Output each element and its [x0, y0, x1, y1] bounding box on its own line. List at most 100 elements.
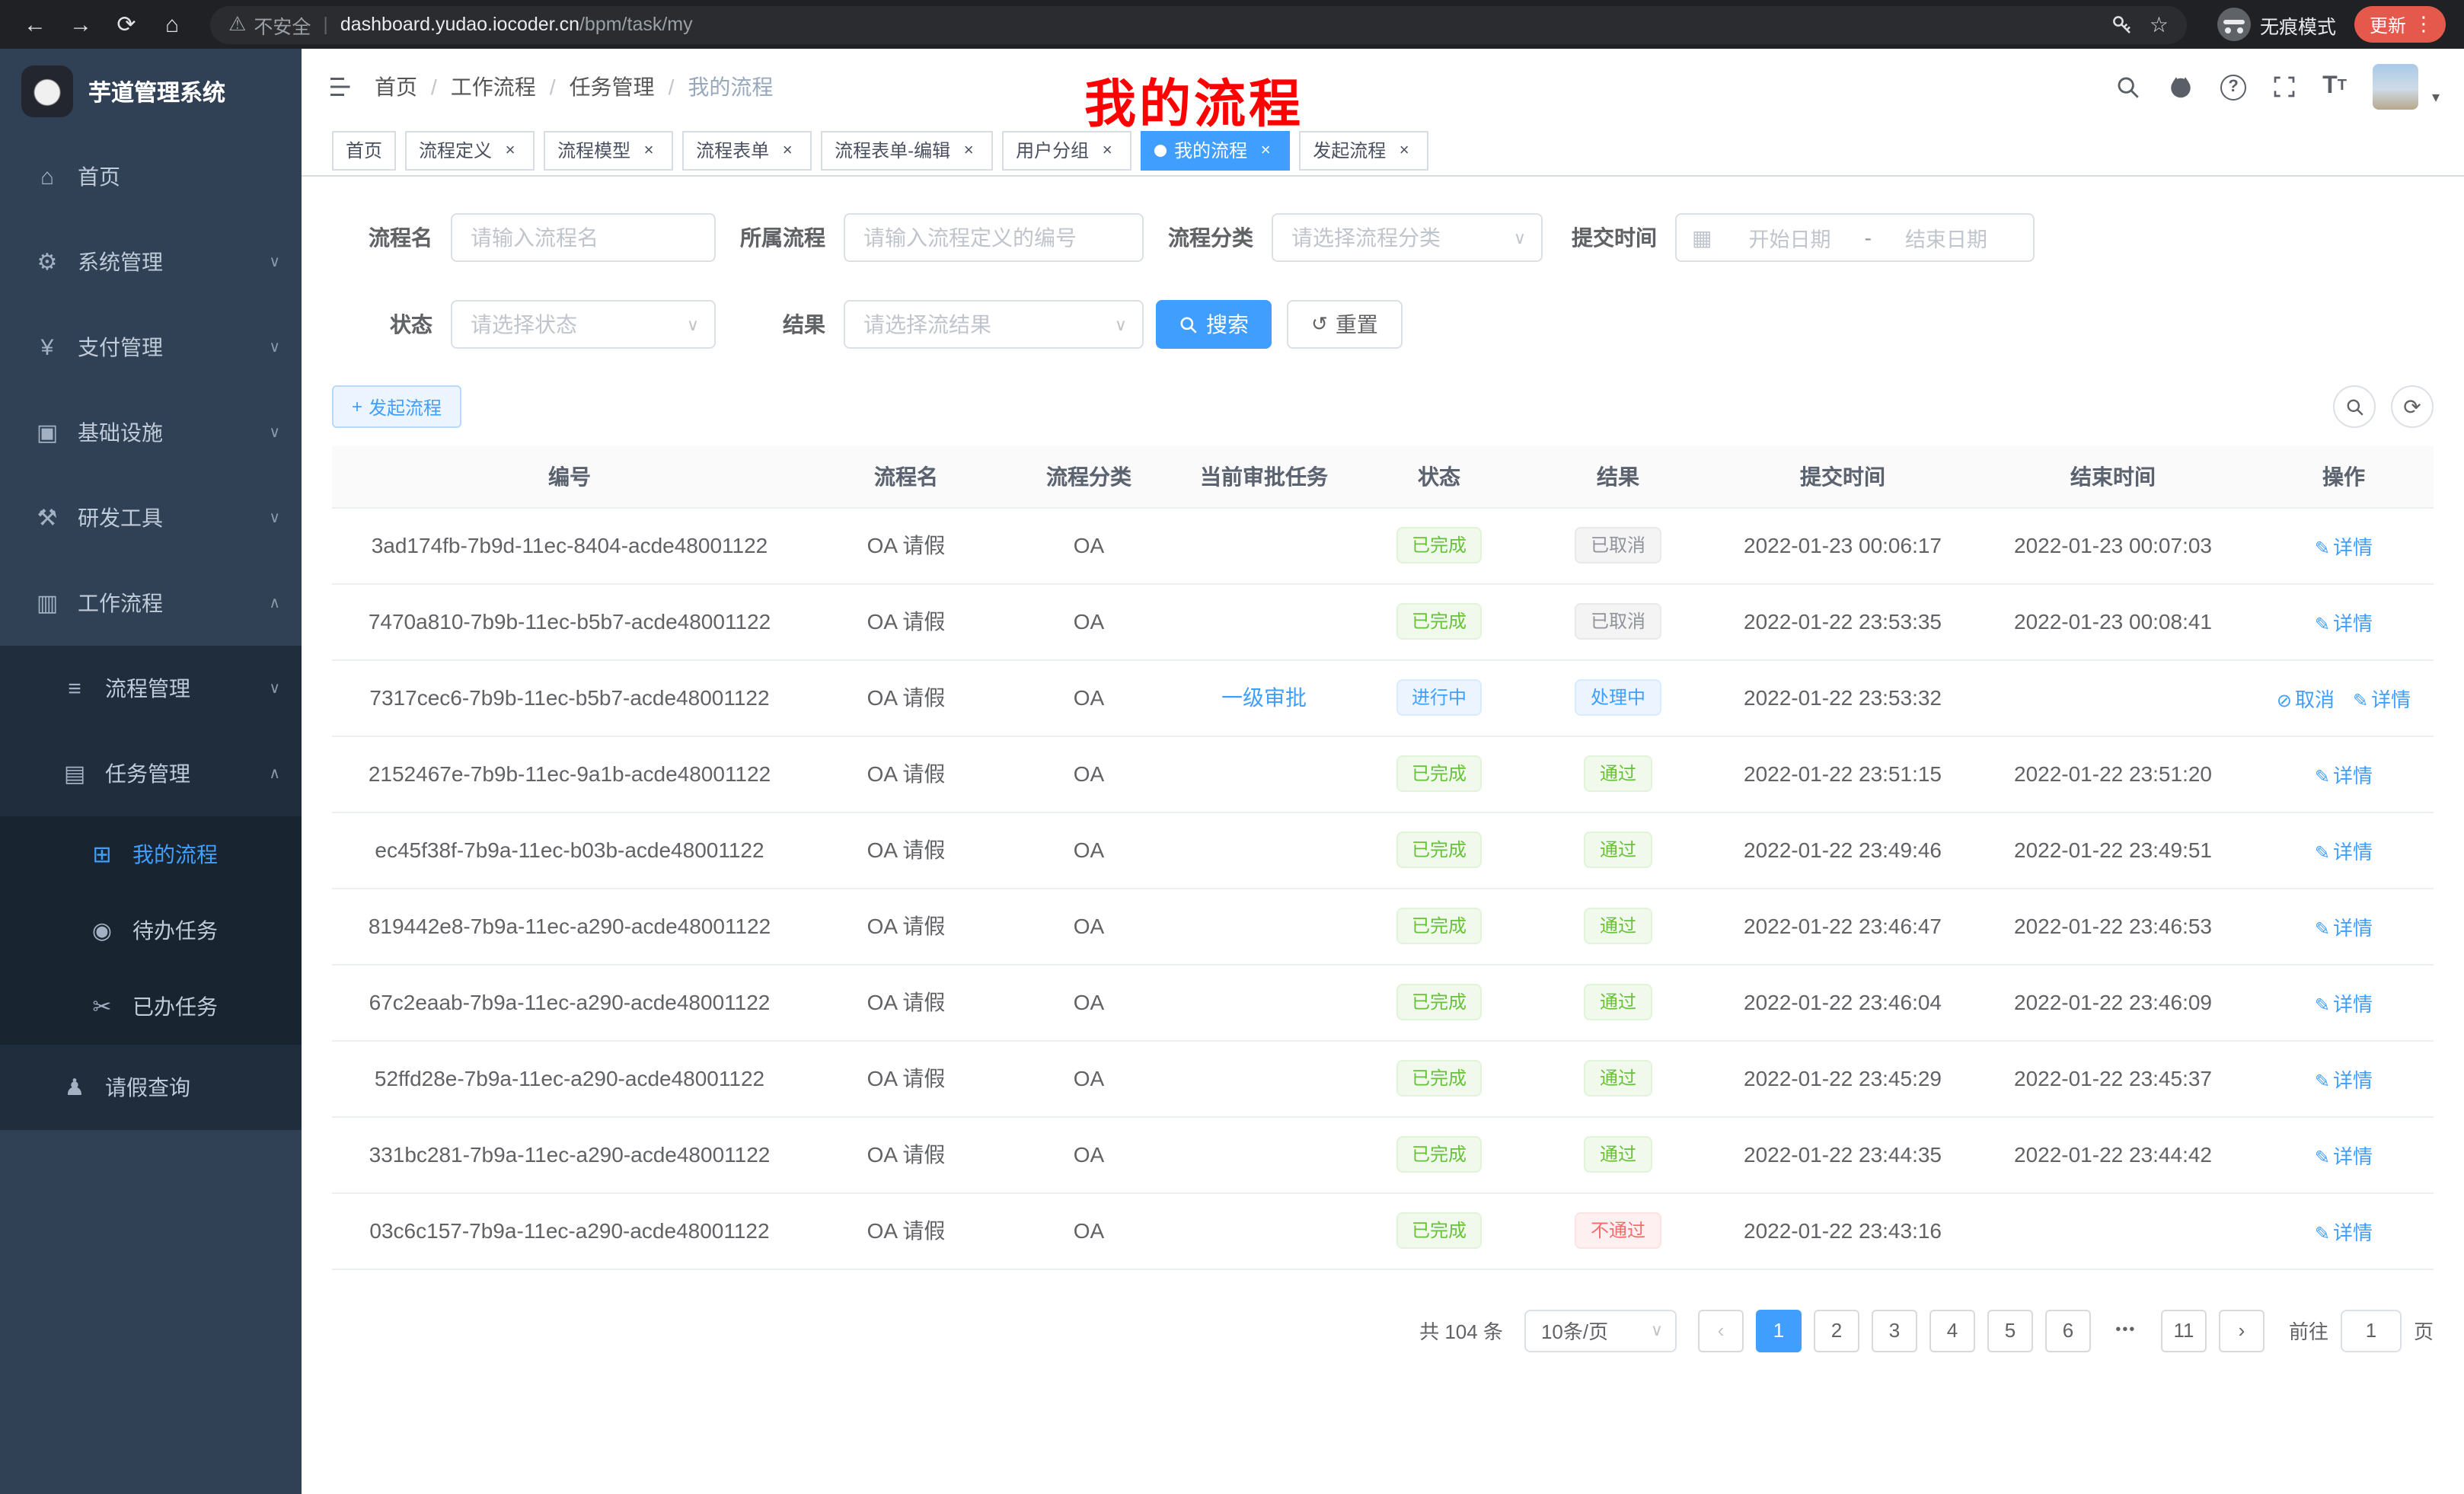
- reset-button-label: 重置: [1336, 309, 1378, 340]
- sidebar-item-payment-mgmt[interactable]: ¥支付管理∨: [0, 305, 302, 390]
- page-button-5[interactable]: 5: [1987, 1309, 2033, 1352]
- process-definition-input[interactable]: [844, 213, 1144, 262]
- reload-icon[interactable]: ⟳: [107, 5, 146, 44]
- page-button-3[interactable]: 3: [1872, 1309, 1917, 1352]
- tab-process-definition[interactable]: 流程定义×: [405, 130, 535, 170]
- search-button[interactable]: 搜索: [1156, 300, 1272, 349]
- end-time: 2022-01-22 23:46:53: [1972, 888, 2254, 964]
- column-header-actions: 操作: [2254, 446, 2434, 507]
- pager-ellipsis[interactable]: •••: [2103, 1309, 2149, 1352]
- refresh-button[interactable]: ⟳: [2391, 385, 2434, 428]
- font-size-icon[interactable]: TT: [2322, 75, 2347, 99]
- detail-button[interactable]: ✎详情: [2315, 764, 2373, 787]
- status-badge: 已完成: [1396, 755, 1482, 792]
- forward-icon[interactable]: →: [61, 5, 101, 44]
- breadcrumb-home[interactable]: 首页: [375, 72, 417, 102]
- detail-button[interactable]: ✎详情: [2315, 535, 2373, 558]
- cancel-button[interactable]: ⊘取消: [2277, 688, 2335, 710]
- result-select[interactable]: 请选择流结果 ∨: [844, 300, 1144, 349]
- browser-chrome: ← → ⟳ ⌂ ⚠ 不安全 | dashboard.yudao.iocoder.…: [0, 0, 2464, 49]
- app-brand[interactable]: 芋道管理系统: [0, 49, 302, 134]
- user-avatar[interactable]: [2373, 64, 2418, 110]
- end-time: 2022-01-23 00:07:03: [1972, 507, 2254, 583]
- sidebar-item-task-mgmt[interactable]: ▤任务管理∧: [0, 731, 302, 816]
- breadcrumb-task-mgmt[interactable]: 任务管理: [570, 72, 655, 102]
- status-badge: 已完成: [1396, 603, 1482, 640]
- page-button-2[interactable]: 2: [1814, 1309, 1859, 1352]
- close-icon[interactable]: ×: [638, 139, 659, 161]
- detail-button[interactable]: ✎详情: [2353, 688, 2411, 710]
- detail-button[interactable]: ✎详情: [2315, 840, 2373, 863]
- address-bar[interactable]: ⚠ 不安全 | dashboard.yudao.iocoder.cn/bpm/t…: [210, 5, 2187, 43]
- status-select[interactable]: 请选择状态 ∨: [451, 300, 716, 349]
- sidebar-item-process-mgmt[interactable]: ≡流程管理∨: [0, 646, 302, 731]
- goto-page-input[interactable]: [2341, 1309, 2402, 1352]
- sidebar-item-infrastructure[interactable]: ▣基础设施∨: [0, 390, 302, 475]
- search-icon: [2344, 397, 2364, 417]
- sidebar-item-todo-task[interactable]: ◉待办任务: [0, 892, 302, 969]
- end-time: 2022-01-22 23:46:09: [1972, 964, 2254, 1040]
- sidebar-item-leave-query[interactable]: ♟请假查询: [0, 1045, 302, 1130]
- column-header-end-time: 结束时间: [1972, 446, 2254, 507]
- search-icon[interactable]: [2115, 74, 2141, 100]
- category-select[interactable]: 请选择流程分类 ∨: [1272, 213, 1543, 262]
- detail-button[interactable]: ✎详情: [2315, 611, 2373, 634]
- tab-label: 首页: [346, 137, 382, 163]
- create-process-button[interactable]: + 发起流程: [332, 385, 461, 428]
- sidebar-item-done-task[interactable]: ✂已办任务: [0, 969, 302, 1045]
- chevron-down-icon: ∨: [1651, 1320, 1663, 1340]
- page-button-11[interactable]: 11: [2161, 1309, 2207, 1352]
- detail-button[interactable]: ✎详情: [2315, 1144, 2373, 1167]
- actions-cell: ✎详情: [2254, 1116, 2434, 1192]
- page-size-select[interactable]: 10条/页 ∨: [1524, 1309, 1677, 1352]
- sidebar-item-system-mgmt[interactable]: ⚙系统管理∨: [0, 219, 302, 305]
- browser-menu-icon[interactable]: ⋮: [2414, 12, 2434, 37]
- sidebar-item-my-process[interactable]: ⊞我的流程: [0, 816, 302, 892]
- date-range-picker[interactable]: ▦ 开始日期 - 结束日期: [1675, 213, 2035, 262]
- current-task-link[interactable]: 一级审批: [1221, 685, 1307, 710]
- reset-button[interactable]: ↺ 重置: [1287, 300, 1403, 349]
- sidebar-item-dev-tools[interactable]: ⚒研发工具∨: [0, 475, 302, 560]
- result-cell: 通过: [1523, 964, 1713, 1040]
- tab-start-process[interactable]: 发起流程×: [1299, 130, 1428, 170]
- help-icon[interactable]: ?: [2220, 74, 2246, 100]
- table-row: 2152467e-7b9b-11ec-9a1b-acde48001122OA 请…: [332, 736, 2434, 812]
- table-row: 7317cec6-7b9b-11ec-b5b7-acde48001122OA 请…: [332, 659, 2434, 736]
- close-icon[interactable]: ×: [1096, 139, 1118, 161]
- close-icon[interactable]: ×: [500, 139, 521, 161]
- detail-button[interactable]: ✎详情: [2315, 1221, 2373, 1243]
- status-cell: 已完成: [1355, 1116, 1523, 1192]
- tab-process-model[interactable]: 流程模型×: [544, 130, 673, 170]
- close-icon[interactable]: ×: [1255, 139, 1276, 161]
- update-button[interactable]: 更新 ⋮: [2354, 6, 2446, 43]
- process-name-input[interactable]: [451, 213, 716, 262]
- bookmark-star-icon[interactable]: ☆: [2150, 11, 2169, 37]
- sidebar-item-home[interactable]: ⌂首页: [0, 134, 302, 219]
- tab-process-form-edit[interactable]: 流程表单-编辑×: [821, 130, 993, 170]
- back-icon[interactable]: ←: [15, 5, 55, 44]
- close-icon[interactable]: ×: [958, 139, 979, 161]
- status-cell: 已完成: [1355, 583, 1523, 659]
- browser-home-icon[interactable]: ⌂: [152, 5, 192, 44]
- end-time: 2022-01-22 23:51:20: [1972, 736, 2254, 812]
- prev-page-button[interactable]: ‹: [1698, 1309, 1744, 1352]
- detail-button[interactable]: ✎详情: [2315, 1068, 2373, 1091]
- github-icon[interactable]: [2167, 73, 2194, 101]
- password-key-icon[interactable]: [2111, 13, 2134, 36]
- close-icon[interactable]: ×: [1393, 139, 1415, 161]
- detail-button[interactable]: ✎详情: [2315, 916, 2373, 939]
- sidebar-toggle-icon[interactable]: [326, 73, 353, 101]
- sidebar-item-workflow[interactable]: ▥工作流程∧: [0, 560, 302, 646]
- next-page-button[interactable]: ›: [2219, 1309, 2265, 1352]
- page-button-6[interactable]: 6: [2045, 1309, 2091, 1352]
- close-icon[interactable]: ×: [777, 139, 798, 161]
- tab-process-form[interactable]: 流程表单×: [682, 130, 812, 170]
- toggle-search-button[interactable]: [2333, 385, 2376, 428]
- tab-home[interactable]: 首页: [332, 130, 396, 170]
- page-button-4[interactable]: 4: [1929, 1309, 1975, 1352]
- breadcrumb-current: 我的流程: [688, 72, 773, 102]
- detail-button[interactable]: ✎详情: [2315, 992, 2373, 1015]
- fullscreen-icon[interactable]: [2272, 75, 2296, 99]
- page-button-1[interactable]: 1: [1756, 1309, 1802, 1352]
- breadcrumb-workflow[interactable]: 工作流程: [451, 72, 536, 102]
